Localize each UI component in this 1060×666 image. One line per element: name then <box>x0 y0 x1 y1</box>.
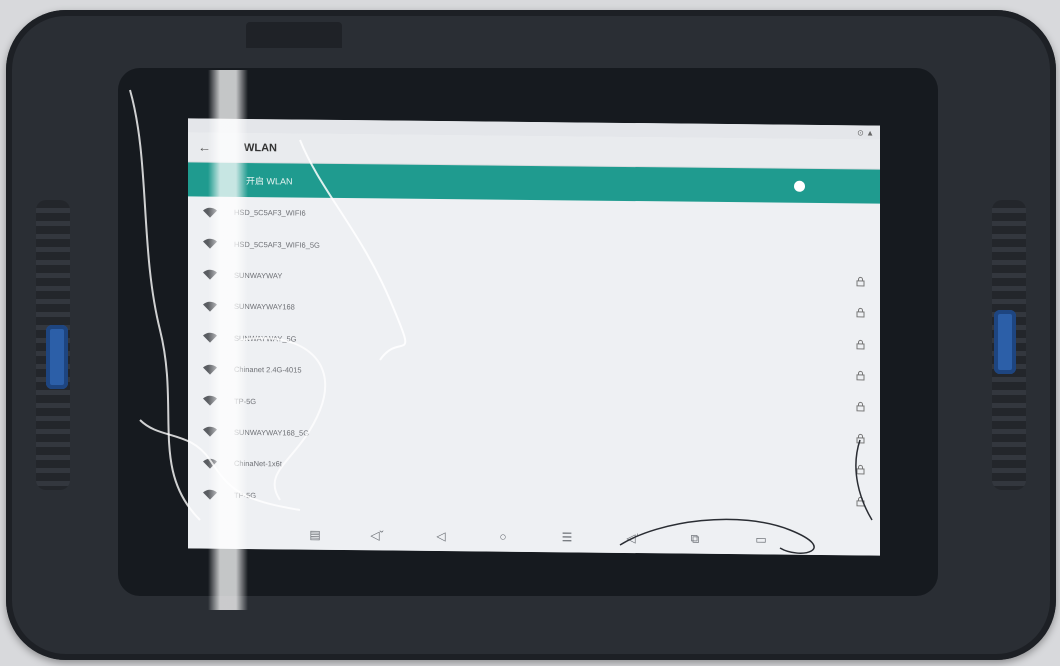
network-name: Chinanet 2.4G-4015 <box>234 364 302 375</box>
network-name: TP-5G <box>234 490 257 500</box>
lock-icon <box>856 308 865 318</box>
network-name: SUNWAYWAY168 <box>234 302 295 312</box>
wifi-signal-icon <box>203 238 217 249</box>
network-name: ChinaNet-1x6t <box>234 459 282 469</box>
network-list: HSD_5C5AF3_WIFI6 HSD_5C5AF3_WIFI6_5G SUNWA… <box>188 196 880 549</box>
wifi-signal-icon <box>203 458 217 469</box>
wifi-signal-icon <box>203 364 217 375</box>
network-name: HSD_5C5AF3_WIFI6_5G <box>234 239 320 250</box>
network-name: SUNWAYWAY <box>234 270 283 281</box>
volume-down-icon[interactable]: ◁ˇ <box>370 528 384 542</box>
toggle-switch-knob[interactable] <box>794 180 805 192</box>
lock-icon <box>856 496 865 506</box>
back-arrow-icon[interactable]: ← <box>198 139 244 154</box>
network-name: SUNWAYWAY_5G <box>234 333 297 344</box>
wifi-signal-icon <box>203 332 217 343</box>
lock-icon <box>856 370 865 381</box>
screenshot-icon[interactable]: ▤ <box>308 528 322 542</box>
right-side-button[interactable] <box>994 310 1016 374</box>
wifi-signal-icon <box>203 270 217 281</box>
wifi-signal-icon <box>203 427 217 438</box>
volume-up-icon[interactable]: ◁ˈ <box>626 531 640 545</box>
wlan-toggle-label: 开启 WLAN <box>246 175 293 186</box>
recents-icon[interactable]: ⧉ <box>688 532 702 546</box>
lock-icon <box>856 402 865 412</box>
status-icons: ⊙ ▲ <box>857 127 874 138</box>
wifi-signal-icon <box>203 395 217 406</box>
menu-icon[interactable]: ☰ <box>560 530 574 544</box>
home-icon[interactable]: ○ <box>496 530 510 544</box>
network-name: HSD_5C5AF3_WIFI6 <box>234 208 306 218</box>
network-name: SUNWAYWAY168_5G <box>234 427 310 438</box>
left-side-button[interactable] <box>46 325 68 389</box>
back-icon[interactable]: ◁ <box>434 529 448 543</box>
top-port-cover <box>246 22 342 48</box>
lock-icon <box>856 339 865 350</box>
lock-icon <box>856 433 865 444</box>
wifi-signal-icon <box>203 489 217 500</box>
wifi-signal-icon <box>203 207 217 218</box>
camera-icon[interactable]: ▭ <box>754 532 768 546</box>
wifi-signal-icon <box>203 301 217 312</box>
lock-icon <box>856 276 865 287</box>
network-name: TP-5G <box>234 396 257 406</box>
lock-icon <box>856 465 865 475</box>
screen: ⊙ ▲ ← WLAN 开启 WLAN HSD_5C5AF3_WIFI6 HSD_5… <box>188 118 880 556</box>
page-title: WLAN <box>244 141 277 154</box>
